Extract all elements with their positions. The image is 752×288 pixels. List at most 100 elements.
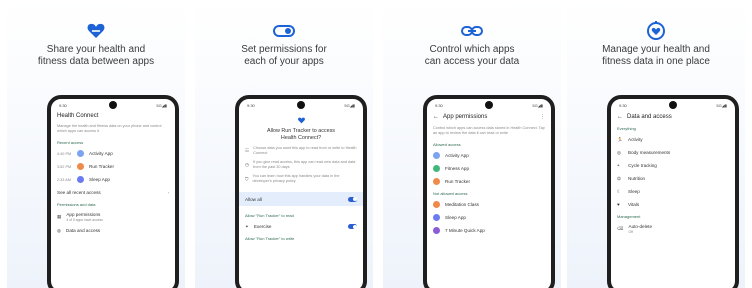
list-item[interactable]: ◍ Data and access xyxy=(57,226,169,235)
section-header: Management xyxy=(617,214,641,219)
status-time: 9:30 xyxy=(247,103,255,108)
top-app-bar: ← App permissions ⋮ xyxy=(433,113,545,121)
heart-badge-icon xyxy=(567,20,745,42)
permission-item-exercise[interactable]: ✦ Exercise xyxy=(245,222,357,231)
signal-icon: 5G◢▮ xyxy=(532,103,543,108)
signal-icon: 5G◢▮ xyxy=(344,103,355,108)
panel-manage-data: Manage your health and fitness data in o… xyxy=(567,0,745,288)
status-bar: 9:30 5G◢▮ xyxy=(51,99,175,111)
phone-screen: Health Connect Manage the health and fit… xyxy=(57,113,169,288)
phone-screen: ← Data and access Everything 🏃 Activity ◎ B… xyxy=(617,113,729,288)
status-bar: 9:30 5G◢▮ xyxy=(427,99,551,111)
status-bar: 9:30 5G◢▮ xyxy=(239,99,363,111)
panel-headline: Set permissions for each of your apps xyxy=(241,44,327,67)
app-icon xyxy=(433,152,440,159)
app-icon xyxy=(433,178,440,185)
history-icon: ◷ xyxy=(245,162,250,167)
info-item: ◷ If you give read access, this app can r… xyxy=(245,160,356,169)
screen-title: App permissions xyxy=(443,114,488,120)
category-item-activity[interactable]: 🏃 Activity xyxy=(617,135,729,144)
camera-icon xyxy=(297,101,305,109)
list-item[interactable]: Sleep App xyxy=(433,213,545,222)
list-item[interactable]: ⌫ Auto-delete Off xyxy=(617,223,729,234)
activity-icon: 🏃 xyxy=(617,136,623,142)
info-icon: ☷ xyxy=(245,148,250,153)
screen-title: Health Connect xyxy=(57,113,99,119)
body-measurements-icon: ◎ xyxy=(617,149,622,155)
status-time: 9:30 xyxy=(435,103,443,108)
list-item[interactable]: ▦ App permissions 4 of 5 apps have access xyxy=(57,211,169,222)
toggle-switch[interactable] xyxy=(348,196,357,202)
app-icon xyxy=(433,201,440,208)
nutrition-icon: ⏣ xyxy=(617,175,622,181)
see-all-link[interactable]: See all recent access › xyxy=(57,188,169,197)
list-item[interactable]: 2:33 AM Sleep App xyxy=(57,175,169,184)
sleep-icon: ☾ xyxy=(617,188,622,194)
list-item[interactable]: Run Tracker xyxy=(433,177,545,186)
vitals-icon: ♥ xyxy=(617,202,620,207)
dialog-title: Allow Run Tracker to access Health Conne… xyxy=(266,128,335,141)
shield-icon: ⛉ xyxy=(245,176,249,182)
camera-icon xyxy=(485,101,493,109)
panel-headline: Manage your health and fitness data in o… xyxy=(602,44,710,67)
app-icon xyxy=(433,165,440,172)
section-header: Allow "Run Tracker" to read xyxy=(245,213,294,218)
toggle-switch[interactable] xyxy=(348,224,357,229)
info-item: ⛉ You can learn how this app handles your… xyxy=(245,174,340,183)
section-header: Recent access xyxy=(57,140,84,145)
category-item-cycle[interactable]: ◓ Cycle tracking xyxy=(617,161,729,170)
category-item-nutrition[interactable]: ⏣ Nutrition xyxy=(617,174,729,183)
auto-delete-icon: ⌫ xyxy=(617,225,624,231)
section-header: Allow "Run Tracker" to write xyxy=(245,236,295,241)
back-arrow-icon[interactable]: ← xyxy=(617,114,623,120)
camera-icon xyxy=(109,101,117,109)
phone-frame: 9:30 5G◢▮ ← App permissions ⋮ Control whic… xyxy=(423,95,555,288)
app-icon xyxy=(433,227,440,234)
list-item[interactable]: Activity App xyxy=(433,151,545,160)
status-time: 9:30 xyxy=(619,103,627,108)
panel-set-permissions: Set permissions for each of your apps 9:… xyxy=(195,0,373,288)
category-item-vitals[interactable]: ♥ Vitals xyxy=(617,200,729,209)
list-item[interactable]: 4:40 PM Activity App xyxy=(57,149,169,158)
category-item-body[interactable]: ◎ Body measurements xyxy=(617,148,729,157)
app-icon xyxy=(77,163,84,170)
app-icon xyxy=(433,214,440,221)
phone-frame: 9:30 5G◢▮ Health Connect Manage the heal… xyxy=(47,95,179,288)
phone-screen: Allow Run Tracker to access Health Conne… xyxy=(239,113,363,288)
list-item[interactable]: Meditation Class xyxy=(433,200,545,209)
toggle-icon xyxy=(195,20,373,42)
back-arrow-icon[interactable]: ← xyxy=(433,114,439,120)
panel-share-data: Share your health and fitness data betwe… xyxy=(7,0,185,288)
section-header: Allowed access xyxy=(433,142,461,147)
more-icon[interactable]: ⋮ xyxy=(540,114,545,120)
allow-all-toggle[interactable]: Allow all xyxy=(239,192,363,206)
list-item[interactable]: 3:52 PM Run Tracker xyxy=(57,162,169,171)
exercise-icon: ✦ xyxy=(245,223,249,229)
panel-headline: Control which apps can access your data xyxy=(424,44,520,67)
camera-icon xyxy=(669,101,677,109)
phone-screen: ← App permissions ⋮ Control which apps can… xyxy=(433,113,545,288)
app-icon xyxy=(77,176,84,183)
top-app-bar: ← Data and access xyxy=(617,113,729,121)
list-item[interactable]: Fitness App xyxy=(433,164,545,173)
list-item[interactable]: 7 Minute Quick App xyxy=(433,226,545,235)
intro-text: Control which apps can access data store… xyxy=(433,126,545,135)
cycle-tracking-icon: ◓ xyxy=(617,163,620,168)
heart-icon xyxy=(245,116,357,126)
info-item: ☷ Choose data you want this app to read f… xyxy=(245,146,357,155)
status-time: 9:30 xyxy=(59,103,67,108)
data-icon: ◍ xyxy=(57,227,62,233)
status-bar: 9:30 5G◢▮ xyxy=(611,99,735,111)
panel-control-access: Control which apps can access your data … xyxy=(383,0,561,288)
screenshot-strip: Share your health and fitness data betwe… xyxy=(0,0,752,288)
chevron-right-icon: › xyxy=(167,190,169,195)
section-header: Not allowed access xyxy=(433,191,468,196)
app-icon xyxy=(77,150,84,157)
category-item-sleep[interactable]: ☾ Sleep xyxy=(617,187,729,196)
phone-frame: 9:30 5G◢▮ ← Data and access Everything 🏃 A… xyxy=(607,95,739,288)
link-icon xyxy=(383,20,561,42)
panel-headline: Share your health and fitness data betwe… xyxy=(37,44,155,67)
phone-frame: 9:30 5G◢▮ Allow Run Tracker to access He… xyxy=(235,95,367,288)
signal-icon: 5G◢▮ xyxy=(156,103,167,108)
section-header: Permissions and data xyxy=(57,202,96,207)
